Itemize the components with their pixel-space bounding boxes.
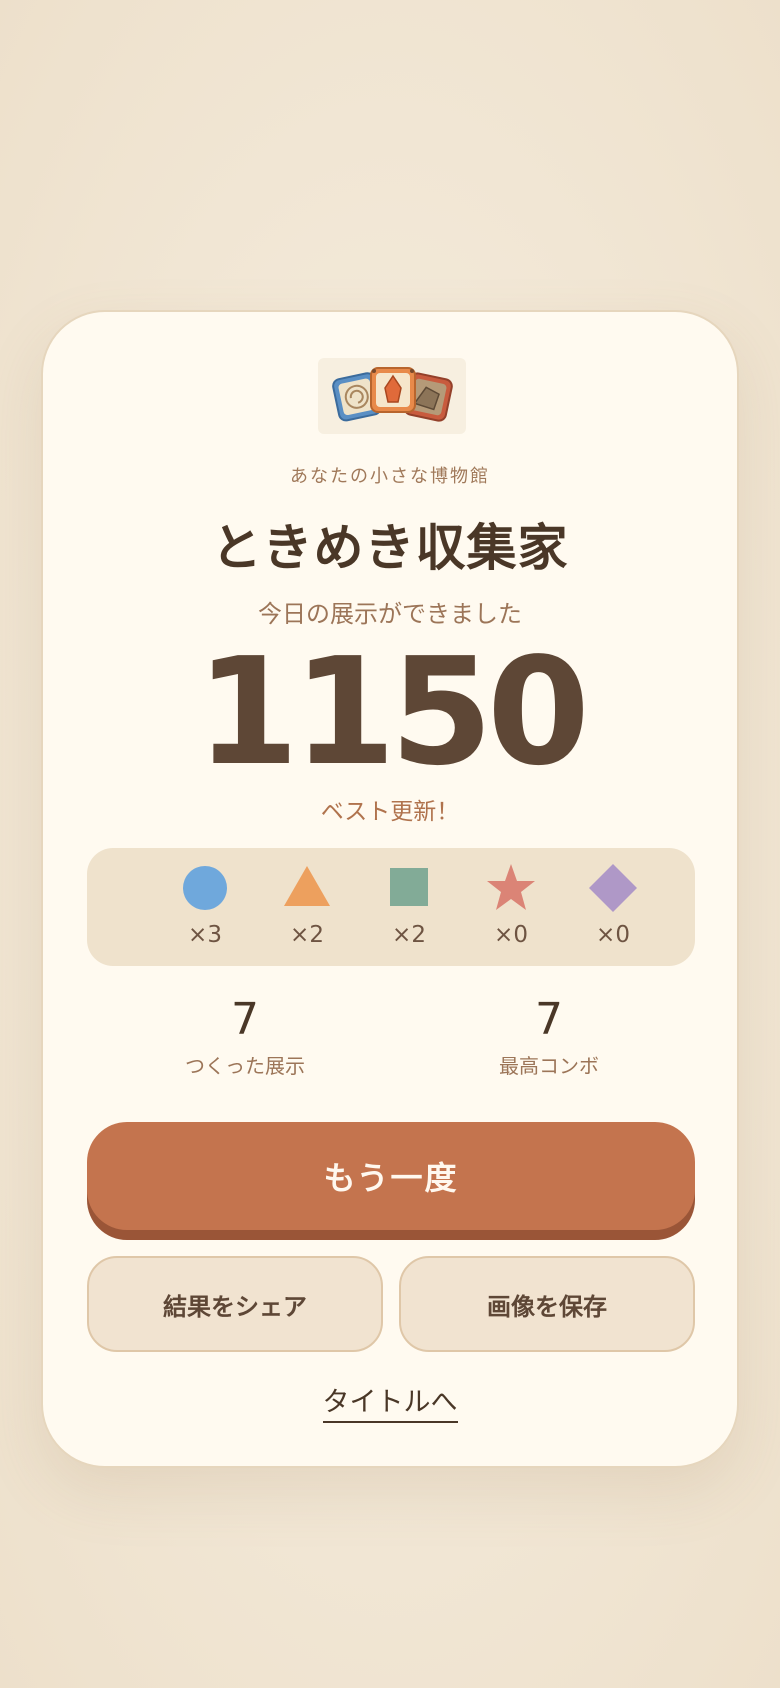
result-card: あなたの小さな博物館 ときめき収集家 今日の展示ができました 1150 ベスト更… <box>41 310 739 1468</box>
shape-item-circle: ×3 <box>165 862 245 958</box>
back-to-title-row: タイトルへ <box>43 1380 737 1423</box>
museum-logo <box>318 358 466 434</box>
stat-max-combo: 7 最高コンボ <box>449 994 649 1079</box>
shape-item-triangle: ×2 <box>267 862 347 958</box>
share-result-button[interactable]: 結果をシェア <box>87 1256 383 1352</box>
back-to-title-link[interactable]: タイトルへ <box>322 1380 458 1423</box>
save-image-button[interactable]: 画像を保存 <box>399 1256 695 1352</box>
star-count: ×0 <box>494 922 528 948</box>
shape-item-star: ×0 <box>471 862 551 958</box>
star-icon <box>487 864 535 910</box>
square-count: ×2 <box>392 922 426 948</box>
stat-exhibits: 7 つくった展示 <box>145 994 345 1079</box>
diamond-count: ×0 <box>596 922 630 948</box>
combo-label: 最高コンボ <box>499 1054 599 1079</box>
combo-value: 7 <box>535 994 563 1045</box>
exhibits-label: つくった展示 <box>185 1054 305 1079</box>
shape-item-square: ×2 <box>369 862 449 958</box>
circle-count: ×3 <box>188 922 222 948</box>
square-icon <box>390 868 428 906</box>
shape-item-diamond: ×0 <box>573 862 653 958</box>
best-record-badge: ベスト更新！ <box>320 799 460 825</box>
result-title: ときめき収集家 <box>211 519 569 577</box>
museum-eyebrow: あなたの小さな博物館 <box>290 466 490 487</box>
retry-button[interactable]: もう一度 <box>87 1122 695 1230</box>
circle-icon <box>183 866 227 910</box>
exhibits-value: 7 <box>231 994 259 1045</box>
triangle-count: ×2 <box>290 922 324 948</box>
triangle-icon <box>284 866 330 906</box>
diamond-icon <box>589 864 637 912</box>
shape-summary-panel: ×3 ×2 ×2 ×0 ×0 <box>87 848 695 966</box>
final-score: 1150 <box>196 626 590 798</box>
result-subtitle: 今日の展示ができました <box>258 600 522 628</box>
